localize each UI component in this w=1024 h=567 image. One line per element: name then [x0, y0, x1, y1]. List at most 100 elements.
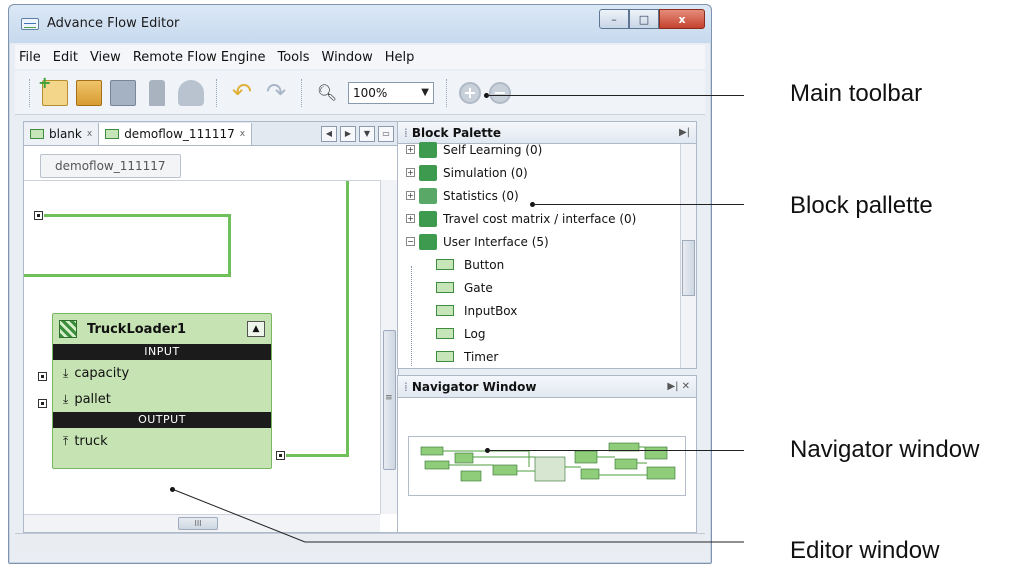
- tree-leaf[interactable]: Log: [398, 322, 696, 345]
- menu-edit[interactable]: Edit: [53, 50, 78, 65]
- run-icon[interactable]: [178, 79, 204, 106]
- flow-icon: [30, 128, 44, 139]
- tab-blank[interactable]: blank x: [24, 122, 100, 145]
- tab-navigation: ◀ ▶ ▼ ▭: [321, 125, 398, 142]
- menu-tools[interactable]: Tools: [277, 50, 309, 65]
- tree-category[interactable]: + Simulation (0): [398, 161, 696, 184]
- connection-port[interactable]: [38, 399, 47, 408]
- expand-icon[interactable]: +: [406, 168, 415, 177]
- input-header: INPUT: [53, 344, 271, 360]
- category-label: Statistics (0): [443, 188, 519, 203]
- scroll-thumb[interactable]: ≡: [383, 330, 396, 470]
- zoom-select[interactable]: 100% ▼: [348, 81, 434, 104]
- connection-port[interactable]: [38, 372, 47, 381]
- port-label: pallet: [74, 391, 111, 407]
- connection-line: [44, 214, 230, 217]
- navigator-title: Navigator Window: [411, 379, 537, 394]
- input-port-capacity[interactable]: ⤓ capacity: [53, 360, 271, 386]
- expand-icon[interactable]: +: [406, 214, 415, 223]
- collapse-block-button[interactable]: ▲: [247, 321, 265, 337]
- statistics-icon: [419, 187, 437, 204]
- tree-leaf[interactable]: Timer: [398, 345, 696, 368]
- menu-window[interactable]: Window: [322, 50, 373, 65]
- tab-scroll-right-icon[interactable]: ▶: [340, 125, 356, 142]
- block-header: TruckLoader1 ▲: [53, 314, 271, 344]
- output-header: OUTPUT: [53, 412, 271, 428]
- output-arrow-icon: ⤒: [63, 433, 69, 448]
- tree-category[interactable]: + Self Learning (0): [398, 138, 696, 161]
- connection-line: [286, 454, 349, 457]
- connection-port[interactable]: [276, 451, 285, 460]
- navigator-header[interactable]: ⁞ Navigator Window ▶| ✕: [398, 376, 696, 398]
- close-tab-icon[interactable]: x: [87, 129, 92, 139]
- simulation-icon: [419, 164, 437, 181]
- maximize-button[interactable]: □: [629, 9, 659, 29]
- title-bar[interactable]: Advance Flow Editor – □ x: [9, 5, 711, 43]
- palette-scrollbar[interactable]: [680, 144, 696, 368]
- log-block-icon: [436, 328, 454, 339]
- window-title: Advance Flow Editor: [47, 16, 180, 31]
- editor-vertical-scrollbar[interactable]: ≡: [380, 180, 398, 514]
- menu-view[interactable]: View: [90, 50, 121, 65]
- drag-grip-icon[interactable]: ⁞: [404, 380, 408, 394]
- tree-category[interactable]: + Travel cost matrix / interface (0): [398, 207, 696, 230]
- tab-demoflow[interactable]: demoflow_111117 x: [99, 122, 253, 145]
- category-label: Self Learning (0): [443, 142, 543, 157]
- gate-block-icon: [436, 282, 454, 293]
- editor-tabs: blank x demoflow_111117 x ◀ ▶ ▼ ▭: [24, 122, 398, 146]
- zoom-in-icon[interactable]: +: [459, 81, 481, 104]
- tree-leaf[interactable]: Gate: [398, 276, 696, 299]
- breadcrumb[interactable]: demoflow_111117: [40, 154, 181, 178]
- block-palette: ⁞ Block Palette ▶| + Self Learning (0) +…: [397, 121, 697, 369]
- output-port-truck[interactable]: ⤒ truck: [53, 428, 271, 454]
- save-icon[interactable]: [110, 79, 136, 106]
- input-arrow-icon: ⤓: [63, 391, 69, 406]
- tree-leaf[interactable]: Button: [398, 253, 696, 276]
- expand-icon[interactable]: +: [406, 191, 415, 200]
- expand-icon[interactable]: +: [406, 145, 415, 154]
- redo-icon[interactable]: ↷: [263, 80, 289, 106]
- connection-port[interactable]: [34, 211, 43, 220]
- window-controls: – □ x: [599, 9, 705, 29]
- menu-remote-flow-engine[interactable]: Remote Flow Engine: [133, 50, 266, 65]
- leaf-label: InputBox: [464, 303, 518, 318]
- flow-block-truckloader[interactable]: TruckLoader1 ▲ INPUT ⤓ capacity ⤓ pallet…: [52, 313, 272, 469]
- close-tab-icon[interactable]: x: [240, 129, 245, 139]
- collapse-icon[interactable]: −: [406, 237, 415, 246]
- leaf-label: Log: [464, 326, 486, 341]
- flow-icon: [105, 128, 120, 139]
- maximize-pane-icon[interactable]: ▭: [378, 125, 394, 142]
- tree-leaf[interactable]: InputBox: [398, 299, 696, 322]
- tree-category[interactable]: − User Interface (5): [398, 230, 696, 253]
- app-window: Advance Flow Editor – □ x File Edit View…: [8, 4, 712, 564]
- callout-navigator-window: Navigator window: [790, 436, 980, 463]
- inputbox-block-icon: [436, 305, 454, 316]
- input-port-pallet[interactable]: ⤓ pallet: [53, 386, 271, 412]
- flow-canvas[interactable]: TruckLoader1 ▲ INPUT ⤓ capacity ⤓ pallet…: [24, 180, 380, 514]
- self-learning-icon: [419, 141, 437, 158]
- open-folder-icon[interactable]: [76, 79, 102, 106]
- tab-scroll-left-icon[interactable]: ◀: [321, 125, 337, 142]
- connection-line: [24, 274, 231, 277]
- new-flow-icon[interactable]: [38, 73, 68, 106]
- scroll-thumb[interactable]: [682, 240, 695, 296]
- zoom-out-icon[interactable]: −: [489, 81, 511, 104]
- user-interface-icon: [419, 233, 437, 250]
- callout-line: [532, 204, 744, 205]
- menu-help[interactable]: Help: [385, 50, 415, 65]
- tab-list-icon[interactable]: ▼: [359, 125, 375, 142]
- toolbar-separator: [301, 78, 302, 107]
- callout-line: [486, 95, 744, 96]
- callout-main-toolbar: Main toolbar: [790, 80, 923, 107]
- minimize-panel-icon[interactable]: ▶|: [679, 127, 696, 138]
- undo-icon[interactable]: ↶: [229, 80, 255, 106]
- build-icon[interactable]: [149, 79, 165, 106]
- travel-cost-icon: [419, 210, 437, 227]
- port-label: capacity: [74, 365, 130, 381]
- toolbar-separator: [446, 78, 447, 107]
- zoom-value: 100%: [353, 85, 388, 100]
- minimize-button[interactable]: –: [599, 9, 629, 29]
- menu-file[interactable]: File: [19, 50, 41, 65]
- navigator-controls-icon[interactable]: ▶| ✕: [667, 381, 696, 392]
- close-button[interactable]: x: [659, 9, 705, 29]
